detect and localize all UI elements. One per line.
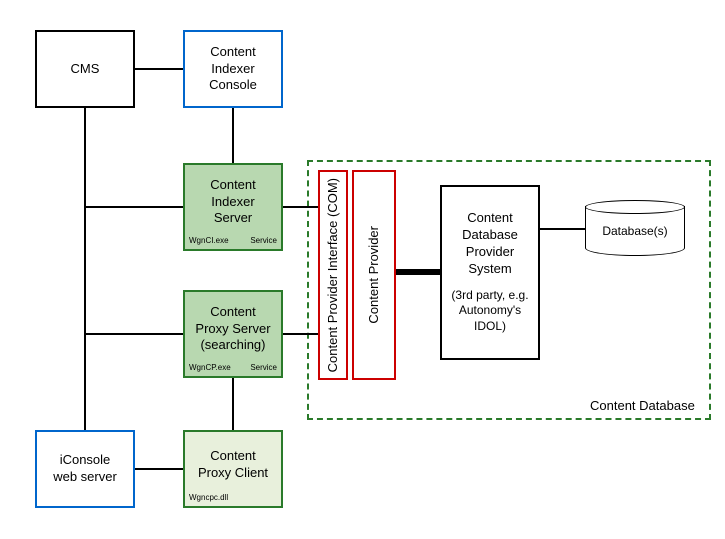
proxy-server-exe: WgnCP.exe (189, 363, 231, 373)
cpi-label: Content Provider Interface (COM) (325, 178, 342, 372)
connector (135, 68, 183, 70)
cpi-box: Content Provider Interface (COM) (318, 170, 348, 380)
cdps-box: Content Database Provider System (3rd pa… (440, 185, 540, 360)
proxy-server-footer: WgnCP.exe Service (189, 363, 277, 373)
connector (84, 333, 183, 335)
proxy-client-dll: Wgncpc.dll (189, 493, 228, 503)
cdps-label: Content Database Provider System (462, 210, 518, 278)
connector (135, 468, 183, 470)
proxy-server-type: Service (250, 363, 277, 373)
proxy-server-box: Content Proxy Server (searching) WgnCP.e… (183, 290, 283, 378)
cdps-sub-label: (3rd party, e.g. Autonomy's IDOL) (451, 288, 528, 335)
proxy-server-label: Content Proxy Server (searching) (195, 304, 270, 355)
connector (283, 206, 318, 208)
cms-label: CMS (71, 61, 100, 78)
cms-box: CMS (35, 30, 135, 108)
connector (84, 108, 86, 430)
content-provider-label: Content Provider (366, 226, 383, 324)
indexer-server-footer: WgnCI.exe Service (189, 236, 277, 246)
connector (283, 333, 318, 335)
iconsole-box: iConsole web server (35, 430, 135, 508)
connector-thick (396, 269, 440, 275)
database-cylinder: Database(s) (585, 200, 685, 260)
proxy-client-box: Content Proxy Client Wgncpc.dll (183, 430, 283, 508)
proxy-client-label: Content Proxy Client (198, 448, 268, 482)
proxy-client-footer: Wgncpc.dll (189, 493, 277, 503)
content-provider-box: Content Provider (352, 170, 396, 380)
content-database-label: Content Database (590, 398, 695, 413)
indexer-server-box: Content Indexer Server WgnCI.exe Service (183, 163, 283, 251)
iconsole-label: iConsole web server (53, 452, 117, 486)
indexer-server-type: Service (250, 236, 277, 246)
connector (540, 228, 585, 230)
database-label: Database(s) (585, 224, 685, 238)
connector (232, 108, 234, 163)
connector (84, 206, 183, 208)
indexer-server-label: Content Indexer Server (210, 177, 256, 228)
indexer-console-box: Content Indexer Console (183, 30, 283, 108)
connector (232, 378, 234, 430)
indexer-server-exe: WgnCI.exe (189, 236, 229, 246)
indexer-console-label: Content Indexer Console (209, 44, 257, 95)
